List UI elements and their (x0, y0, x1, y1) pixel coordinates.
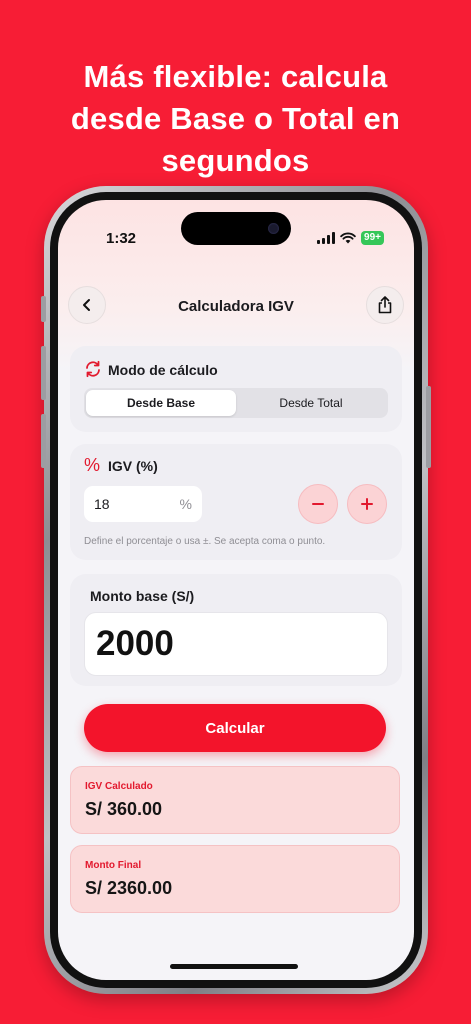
result-igv-label: IGV Calculado (85, 781, 153, 792)
igv-title: IGV (%) (108, 458, 158, 474)
silent-switch (41, 296, 46, 322)
result-total-value: S/ 2360.00 (85, 878, 173, 898)
cellular-signal-icon (317, 232, 336, 244)
status-indicators: 99+ (317, 231, 384, 245)
decrement-button[interactable] (298, 484, 338, 524)
igv-hint: Define el porcentaje o usa ±. Se acepta … (84, 536, 326, 547)
home-indicator (170, 964, 298, 969)
mode-title: Modo de cálculo (108, 362, 218, 378)
battery-indicator: 99+ (361, 231, 384, 245)
app-screen: 1:32 99+ Calculadora IGV Modo de cálculo… (58, 200, 414, 980)
minus-icon (312, 503, 324, 505)
plus-icon (361, 498, 373, 510)
dynamic-island (181, 212, 291, 245)
mode-card: Modo de cálculo Desde Base Desde Total (70, 346, 402, 432)
base-amount-input[interactable]: 2000 (84, 612, 388, 676)
segment-desde-total[interactable]: Desde Total (236, 390, 386, 416)
igv-value: 18 (94, 496, 110, 512)
refresh-icon (86, 360, 100, 378)
igv-input[interactable]: 18 % (84, 486, 202, 522)
calculate-button[interactable]: Calcular (84, 704, 386, 752)
page-title: Calculadora IGV (178, 298, 294, 315)
phone-frame: 1:32 99+ Calculadora IGV Modo de cálculo… (41, 186, 431, 994)
power-button (426, 386, 431, 468)
percent-icon: % (84, 455, 101, 475)
result-total-card: Monto Final S/ 2360.00 (70, 845, 400, 913)
result-igv-card: IGV Calculado S/ 360.00 (70, 766, 400, 834)
share-icon (378, 296, 392, 314)
headline-line-1: Más flexible: calcula (83, 59, 388, 94)
segment-desde-base[interactable]: Desde Base (86, 390, 236, 416)
promo-headline: Más flexible: calcula desde Base o Total… (0, 56, 471, 182)
wifi-icon (340, 232, 356, 244)
camera-icon (268, 223, 279, 234)
result-total-label: Monto Final (85, 860, 142, 871)
volume-down-button (41, 414, 46, 468)
igv-card: % IGV (%) 18 % Define el porcentaje o us… (70, 444, 402, 560)
headline-line-3: segundos (161, 143, 310, 178)
volume-up-button (41, 346, 46, 400)
mode-segmented-control: Desde Base Desde Total (84, 388, 388, 418)
igv-unit: % (179, 496, 192, 512)
increment-button[interactable] (347, 484, 387, 524)
base-amount-title: Monto base (S/) (90, 588, 195, 604)
status-time: 1:32 (106, 230, 137, 247)
base-amount-card: Monto base (S/) 2000 (70, 574, 402, 686)
headline-line-2: desde Base o Total en (70, 101, 401, 136)
result-igv-value: S/ 360.00 (85, 799, 163, 819)
share-button[interactable] (366, 286, 404, 324)
